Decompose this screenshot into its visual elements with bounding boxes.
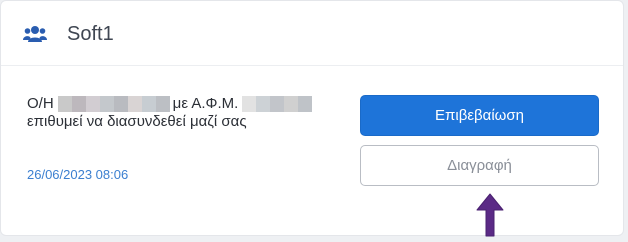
message-prefix: Ο/Η xyxy=(27,95,54,112)
message-middle: με Α.Φ.Μ. xyxy=(172,95,239,112)
card-header: Soft1 xyxy=(23,21,114,47)
divider xyxy=(1,65,623,66)
redacted-tax-id xyxy=(242,96,313,112)
users-icon xyxy=(23,26,47,42)
arrow-up-icon xyxy=(476,193,504,237)
confirm-button[interactable]: Επιβεβαίωση xyxy=(360,95,599,136)
delete-button[interactable]: Διαγραφή xyxy=(360,145,599,186)
connection-request-card: Soft1 Ο/Η με Α.Φ.Μ. επιθυμεί να διασυνδε… xyxy=(0,0,624,236)
request-message: Ο/Η με Α.Φ.Μ. επιθυμεί να διασυνδεθεί μα… xyxy=(27,95,357,131)
request-date: 26/06/2023 08:06 xyxy=(27,167,129,182)
redacted-name xyxy=(57,96,170,112)
message-line2: επιθυμεί να διασυνδεθεί μαζί σας xyxy=(27,113,247,130)
card-title: Soft1 xyxy=(67,22,114,45)
